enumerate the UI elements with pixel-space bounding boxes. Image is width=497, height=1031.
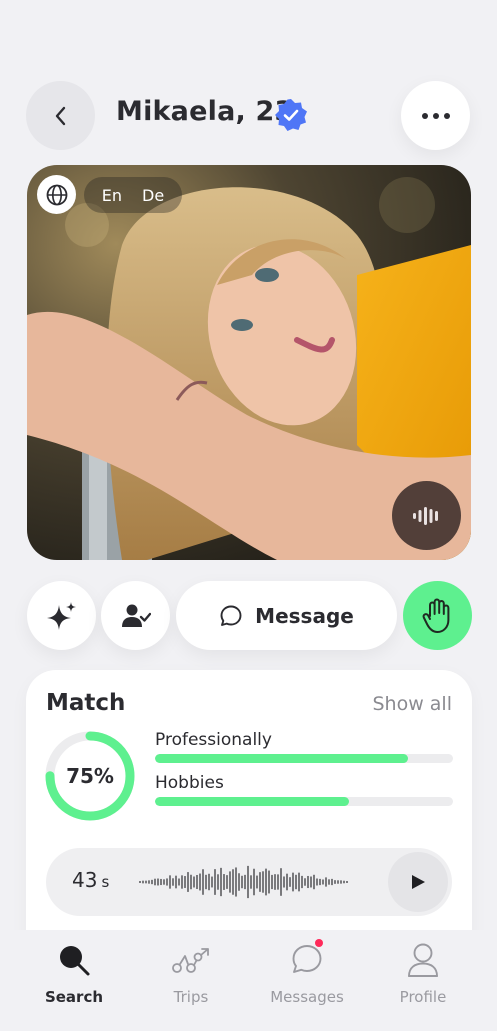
match-percent: 75% (66, 764, 114, 788)
follow-button[interactable] (101, 581, 170, 650)
voice-intro-button[interactable] (392, 481, 461, 550)
search-icon (60, 946, 90, 976)
sparkle-icon (46, 601, 76, 630)
voice-message-player[interactable]: 43 s (46, 848, 452, 916)
translate-button[interactable] (37, 175, 76, 214)
category-fill-professionally (155, 754, 409, 763)
ellipsis-icon (421, 112, 450, 119)
sparkle-button[interactable] (27, 581, 96, 650)
globe-chat-icon (46, 184, 67, 205)
voice-duration-unit: s (101, 873, 110, 891)
message-button-label: Message (255, 603, 354, 628)
category-fill-hobbies (155, 797, 349, 806)
nav-item-trips[interactable]: Trips (141, 940, 241, 1020)
chevron-left-icon (55, 106, 65, 125)
language-en[interactable]: En (102, 186, 122, 205)
nav-label-messages: Messages (270, 988, 344, 1006)
bottom-navigation: Search Trips Messages Profile (0, 930, 497, 1031)
nav-item-search[interactable]: Search (24, 940, 124, 1020)
match-card: Match Show all 75% Professionally Hobbie… (26, 670, 472, 970)
audio-wave-icon (412, 506, 438, 525)
category-bar-hobbies (155, 797, 453, 806)
person-check-icon (121, 604, 151, 627)
profile-name-title: Mikaela, 23 (116, 96, 294, 127)
category-label-professionally: Professionally (155, 730, 272, 750)
voice-duration-value: 43 (72, 868, 98, 892)
nav-item-profile[interactable]: Profile (373, 940, 473, 1020)
back-button[interactable] (26, 81, 95, 150)
play-icon (412, 875, 425, 889)
profile-icon (408, 943, 438, 977)
unread-badge (315, 939, 323, 947)
verified-badge-icon (275, 99, 307, 131)
voice-duration: 43 s (72, 868, 109, 892)
nav-label-trips: Trips (173, 988, 209, 1006)
category-bar-professionally (155, 754, 453, 763)
nav-label-profile: Profile (399, 988, 447, 1006)
wave-hello-button[interactable] (403, 581, 472, 650)
route-icon (172, 948, 209, 973)
category-label-hobbies: Hobbies (155, 773, 224, 793)
chat-icon (292, 945, 322, 973)
chat-bubble-icon (220, 605, 242, 626)
play-button[interactable] (388, 852, 448, 912)
language-selector[interactable]: En De (84, 177, 182, 213)
nav-label-search: Search (44, 988, 104, 1006)
voice-waveform[interactable] (138, 862, 350, 902)
hand-wave-icon (422, 598, 449, 633)
language-de[interactable]: De (142, 186, 164, 205)
message-button[interactable]: Message (176, 581, 397, 650)
more-options-button[interactable] (401, 81, 470, 150)
nav-item-messages[interactable]: Messages (257, 939, 357, 1020)
match-title: Match (46, 690, 126, 716)
show-all-link[interactable]: Show all (372, 693, 452, 715)
